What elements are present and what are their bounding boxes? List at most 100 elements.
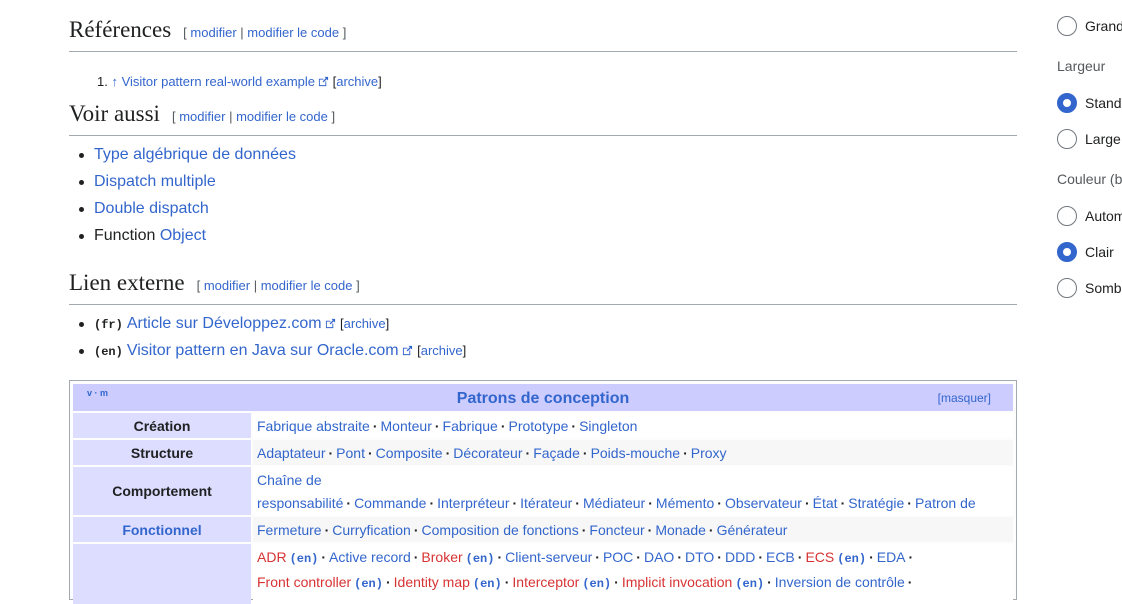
navbox-item-link[interactable]: Monade: [655, 522, 706, 538]
navbox-item-link[interactable]: DTO: [685, 549, 714, 565]
reference-backlink[interactable]: ↑: [111, 74, 118, 89]
separator: ·: [525, 445, 531, 461]
navbox-item-link[interactable]: DDD: [725, 549, 755, 565]
navbox-item-link[interactable]: Active record: [329, 549, 411, 565]
edit-link[interactable]: modifier: [190, 25, 236, 40]
navbox-item-link[interactable]: Générateur: [717, 522, 788, 538]
separator: ·: [504, 574, 510, 590]
navbox-item-link[interactable]: Foncteur: [589, 522, 644, 538]
navbox-item-link[interactable]: Monteur: [381, 418, 432, 434]
navbox-view-edit-links[interactable]: v · m: [87, 378, 108, 408]
navbox-item-link[interactable]: Composition de fonctions: [422, 522, 579, 538]
navbox-item-link[interactable]: Inversion de contrôle: [775, 574, 905, 590]
navbox-item-link[interactable]: Façade: [533, 445, 580, 461]
navbox-item-link[interactable]: Fabrique: [443, 418, 498, 434]
navbox-item-link[interactable]: Interpréteur: [437, 495, 509, 511]
external-link[interactable]: Article sur Développez.com: [127, 315, 322, 332]
navbox-item-link[interactable]: Identity map: [394, 574, 470, 590]
reference-item: 1. ↑ Visitor pattern real-world example …: [97, 74, 382, 89]
navbox-item-link[interactable]: Client-serveur: [505, 549, 592, 565]
edit-source-link[interactable]: modifier le code: [247, 25, 339, 40]
navbox-item-link[interactable]: Fermeture: [257, 522, 322, 538]
list-item: Dispatch multiple: [77, 168, 296, 195]
navbox-item-link[interactable]: Observateur: [725, 495, 802, 511]
archive-link[interactable]: archive: [421, 343, 463, 358]
navbox-item-link[interactable]: ADR: [257, 549, 287, 565]
heading-text: Voir aussi: [69, 101, 160, 126]
language-tag-link[interactable]: (en): [735, 577, 764, 591]
language-tag-link[interactable]: (en): [290, 552, 319, 566]
navbox-item-link[interactable]: Mémento: [656, 495, 714, 511]
navbox-item-link[interactable]: Stratégie: [848, 495, 904, 511]
archive-link[interactable]: archive: [336, 74, 378, 89]
separator: ·: [647, 522, 653, 538]
reference-link[interactable]: Visitor pattern real-world example: [122, 74, 315, 89]
external-link-icon: [318, 76, 329, 87]
navbox-item-link[interactable]: Curryfication: [332, 522, 411, 538]
navbox-item-link[interactable]: ECS: [805, 549, 834, 565]
separator: ·: [797, 549, 803, 565]
separator: ·: [429, 495, 435, 511]
navbox-item-link[interactable]: Composite: [376, 445, 443, 461]
external-link[interactable]: Visitor pattern en Java sur Oracle.com: [127, 342, 399, 359]
radio-width-standard[interactable]: Standard: [1057, 93, 1122, 113]
navbox-item-link[interactable]: Fabrique abstraite: [257, 418, 370, 434]
radio-icon: [1057, 206, 1077, 226]
radio-text-size-large[interactable]: Grand: [1057, 16, 1122, 36]
edit-link[interactable]: modifier: [204, 278, 250, 293]
separator: ·: [575, 495, 580, 511]
archive-link[interactable]: archive: [344, 316, 386, 331]
separator: ·: [717, 495, 722, 511]
language-tag-link[interactable]: (en): [354, 577, 383, 591]
see-also-link[interactable]: Object: [160, 227, 206, 244]
language-tag-link[interactable]: (en): [582, 577, 611, 591]
navbox-title[interactable]: Patrons de conception: [457, 390, 629, 407]
radio-icon: [1057, 278, 1077, 298]
navbox-list: Chaîne de responsabilité · Commande · Interp…: [253, 467, 1013, 534]
edit-source-link[interactable]: modifier le code: [236, 109, 328, 124]
navbox-group-link[interactable]: Fonctionnel: [122, 522, 201, 538]
navbox-list: ADR (en) · Active record · Broker (en) · Client-…: [253, 544, 1013, 604]
navbox-item-link[interactable]: Singleton: [579, 418, 637, 434]
navbox-item-link[interactable]: Broker: [421, 549, 462, 565]
heading-lien-externe: Lien externe [ modifier | modifier le cod…: [69, 268, 1017, 305]
edit-source-link[interactable]: modifier le code: [261, 278, 353, 293]
navbox-item-link[interactable]: DAO: [644, 549, 674, 565]
edit-link[interactable]: modifier: [179, 109, 225, 124]
navbox-item-link[interactable]: Prototype: [508, 418, 568, 434]
navbox-item-link[interactable]: Front controller: [257, 574, 351, 590]
navbox-item-link[interactable]: POC: [603, 549, 633, 565]
radio-color-auto[interactable]: Automatique: [1057, 206, 1122, 226]
navbox-item-link[interactable]: Pont: [336, 445, 365, 461]
radio-color-dark[interactable]: Sombre: [1057, 278, 1122, 298]
language-tag-link[interactable]: (en): [837, 552, 866, 566]
navbox-item-link[interactable]: Médiateur: [583, 495, 645, 511]
navbox-item-link[interactable]: ECB: [766, 549, 795, 565]
navbox-item-link[interactable]: Adaptateur: [257, 445, 326, 461]
navbox-item-link[interactable]: Interceptor: [512, 574, 579, 590]
navbox-item-link[interactable]: Proxy: [691, 445, 727, 461]
navbox-item-link[interactable]: Itérateur: [520, 495, 572, 511]
navbox-item-link[interactable]: EDA: [877, 549, 906, 565]
plain-text: Function: [94, 227, 156, 244]
navbox-item-link[interactable]: Décorateur: [453, 445, 522, 461]
see-also-link[interactable]: Type algébrique de données: [94, 146, 296, 163]
section-references: Références [ modifier | modifier le code …: [69, 15, 1017, 89]
navbox-hide-toggle[interactable]: [masquer]: [938, 383, 991, 413]
radio-width-large[interactable]: Large: [1057, 129, 1121, 149]
navbox-item-link[interactable]: Poids-mouche: [591, 445, 681, 461]
navbox-item-link[interactable]: État: [813, 495, 838, 511]
navbox-group-label: Structure: [73, 440, 251, 465]
see-also-link[interactable]: Dispatch multiple: [94, 173, 216, 190]
heading-text: Lien externe: [69, 270, 185, 295]
language-tag-link[interactable]: (en): [466, 552, 495, 566]
navbox-row-architecture: ADR (en) · Active record · Broker (en) · Client-…: [73, 544, 1013, 604]
navbox-item-link[interactable]: Commande: [354, 495, 426, 511]
see-also-link[interactable]: Double dispatch: [94, 200, 209, 217]
language-tag-link[interactable]: (en): [473, 577, 502, 591]
radio-icon: [1057, 129, 1077, 149]
navbox-item-link[interactable]: Chaîne de responsabilité: [257, 472, 343, 511]
radio-color-light[interactable]: Clair: [1057, 242, 1114, 262]
color-label: Couleur (bêta): [1057, 171, 1122, 187]
navbox-item-link[interactable]: Implicit invocation: [622, 574, 733, 590]
